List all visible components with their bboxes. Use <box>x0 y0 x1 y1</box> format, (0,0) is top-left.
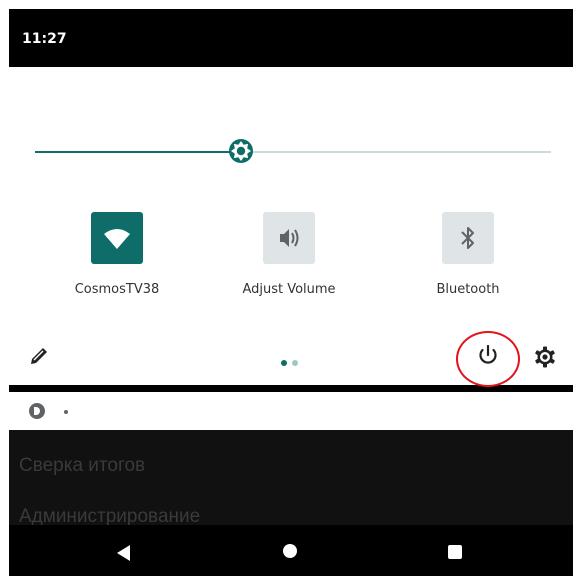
brightness-icon[interactable] <box>228 138 254 164</box>
tile-volume-label: Adjust Volume <box>242 282 336 297</box>
device-screen: 11:27 CosmosTV38 Adjust Volume Bluetooth… <box>9 9 573 576</box>
page-dot <box>281 360 287 366</box>
volume-icon <box>280 229 299 247</box>
notification-shelf[interactable] <box>9 392 573 430</box>
brightness-slider-fill <box>35 151 242 153</box>
expand-arrows-icon[interactable] <box>91 212 99 232</box>
tile-bluetooth-label: Bluetooth <box>436 282 500 297</box>
tile-wifi[interactable]: CosmosTV38 <box>42 212 192 297</box>
pencil-icon[interactable] <box>26 343 52 369</box>
page-indicator <box>281 353 303 371</box>
tile-wifi-box[interactable] <box>91 212 143 264</box>
tile-volume[interactable]: Adjust Volume <box>214 212 364 297</box>
gear-icon[interactable] <box>531 343 559 371</box>
highlight-circle <box>456 331 520 387</box>
tile-bluetooth[interactable]: Bluetooth <box>393 212 543 297</box>
background-app: Сверка итогов Администрирование <box>9 430 573 527</box>
status-time: 11:27 <box>22 31 67 47</box>
navigation-bar <box>9 525 573 576</box>
brightness-slider[interactable] <box>35 151 551 153</box>
back-icon[interactable] <box>117 545 131 561</box>
notification-dot <box>64 410 68 414</box>
app-list-item: Сверка итогов <box>19 455 146 476</box>
tile-volume-box[interactable] <box>263 212 315 264</box>
bluetooth-icon <box>461 227 474 249</box>
home-icon[interactable] <box>283 544 297 558</box>
quick-settings-panel: CosmosTV38 Adjust Volume Bluetooth <box>9 67 573 387</box>
recents-icon[interactable] <box>448 545 462 559</box>
tile-bluetooth-box[interactable] <box>442 212 494 264</box>
status-bar: 11:27 <box>9 9 573 67</box>
app-notification-icon <box>29 403 45 419</box>
tile-wifi-label: CosmosTV38 <box>74 282 160 297</box>
page-dot <box>292 360 298 366</box>
